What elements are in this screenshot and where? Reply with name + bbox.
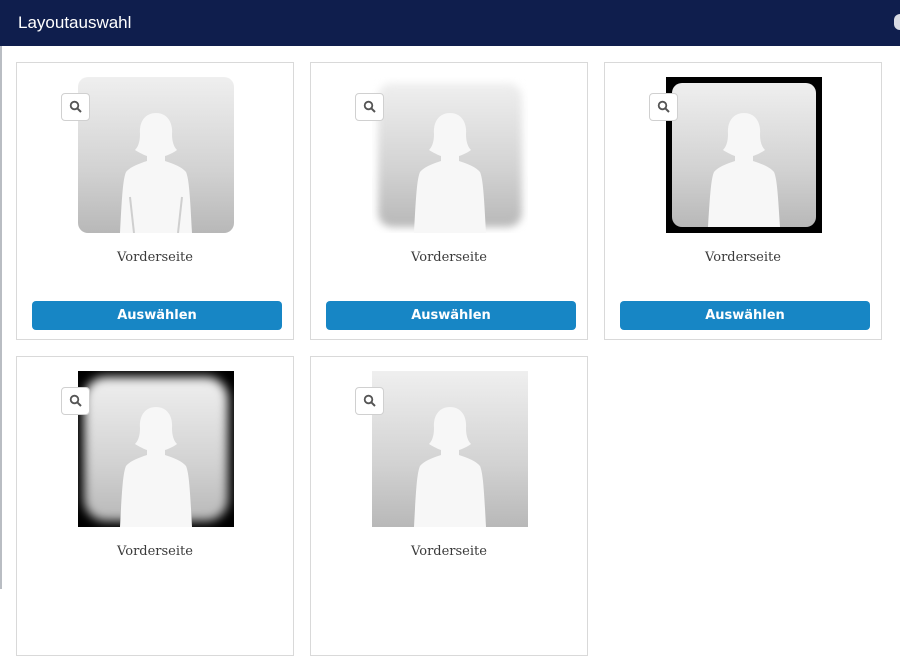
- dialog-header: Layoutauswahl: [0, 0, 900, 46]
- layout-card: Vorderseite Auswählen: [16, 62, 294, 340]
- layout-caption: Vorderseite: [411, 250, 487, 265]
- layout-preview-image[interactable]: [78, 77, 234, 233]
- person-silhouette-icon: [708, 113, 780, 227]
- layout-preview-image[interactable]: [372, 77, 528, 233]
- layout-preview-image[interactable]: [666, 77, 822, 233]
- select-layout-button[interactable]: Auswählen: [620, 301, 870, 330]
- layout-card: Vorderseite Auswählen: [604, 62, 882, 340]
- close-icon[interactable]: [894, 14, 900, 30]
- layout-card: Vorderseite Auswählen: [310, 62, 588, 340]
- magnifier-icon: [69, 394, 82, 407]
- dialog-title: Layoutauswahl: [18, 13, 132, 32]
- layout-card: Vorderseite: [16, 356, 294, 656]
- layout-caption: Vorderseite: [411, 544, 487, 559]
- layout-caption: Vorderseite: [705, 250, 781, 265]
- layout-caption: Vorderseite: [117, 250, 193, 265]
- magnifier-icon: [363, 100, 376, 113]
- layout-grid: Vorderseite Auswählen Vorderseite Auswäh…: [2, 46, 900, 656]
- person-silhouette-icon: [120, 407, 192, 527]
- zoom-button[interactable]: [61, 93, 90, 121]
- zoom-button[interactable]: [355, 387, 384, 415]
- zoom-button[interactable]: [355, 93, 384, 121]
- magnifier-icon: [657, 100, 670, 113]
- magnifier-icon: [363, 394, 376, 407]
- magnifier-icon: [69, 100, 82, 113]
- layout-preview-image[interactable]: [372, 371, 528, 527]
- zoom-button[interactable]: [649, 93, 678, 121]
- layout-preview-image[interactable]: [78, 371, 234, 527]
- person-silhouette-icon: [120, 113, 192, 233]
- person-silhouette-icon: [414, 407, 486, 527]
- zoom-button[interactable]: [61, 387, 90, 415]
- person-silhouette-icon: [414, 113, 486, 233]
- select-layout-button[interactable]: Auswählen: [32, 301, 282, 330]
- select-layout-button[interactable]: Auswählen: [326, 301, 576, 330]
- layout-card: Vorderseite: [310, 356, 588, 656]
- layout-caption: Vorderseite: [117, 544, 193, 559]
